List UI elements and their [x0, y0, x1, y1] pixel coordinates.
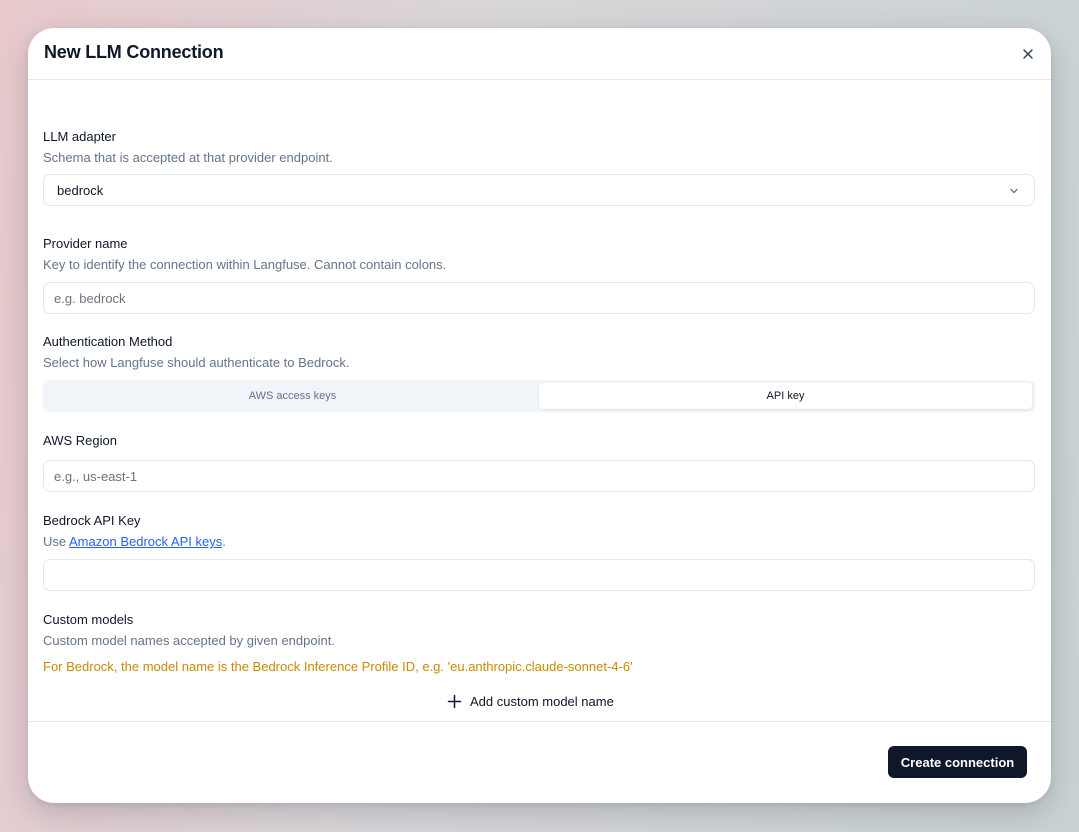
close-icon — [1023, 49, 1033, 59]
adapter-label: LLM adapter — [43, 129, 116, 144]
custom-models-description: Custom model names accepted by given end… — [43, 633, 335, 648]
adapter-select[interactable]: bedrock — [43, 174, 1035, 206]
api-key-input[interactable] — [43, 559, 1035, 591]
api-key-description-suffix: . — [222, 534, 226, 549]
provider-name-label: Provider name — [43, 236, 128, 251]
close-button[interactable] — [1021, 47, 1035, 61]
provider-name-description: Key to identify the connection within La… — [43, 257, 447, 272]
custom-models-label: Custom models — [43, 612, 134, 627]
provider-name-input[interactable] — [43, 282, 1035, 314]
dialog-header: New LLM Connection — [28, 28, 1051, 80]
new-llm-connection-dialog: New LLM Connection LLM adapter Schema th… — [28, 28, 1051, 803]
custom-models-hint: For Bedrock, the model name is the Bedro… — [43, 659, 633, 674]
chevron-down-icon — [1010, 188, 1018, 194]
auth-method-label: Authentication Method — [43, 334, 173, 349]
tab-aws-access-keys[interactable]: AWS access keys — [46, 383, 539, 409]
auth-method-toggle: AWS access keys API key — [43, 380, 1035, 412]
api-key-description-prefix: Use — [43, 534, 70, 549]
create-connection-button[interactable]: Create connection — [888, 746, 1027, 778]
adapter-description: Schema that is accepted at that provider… — [43, 150, 333, 165]
tab-api-key[interactable]: API key — [539, 383, 1032, 409]
auth-method-description: Select how Langfuse should authenticate … — [43, 355, 350, 370]
adapter-select-value: bedrock — [57, 182, 104, 198]
api-key-description: Use Amazon Bedrock API keys. — [43, 534, 226, 549]
footer-divider — [28, 721, 1051, 722]
add-custom-model-label: Add custom model name — [470, 693, 614, 709]
bedrock-api-keys-link[interactable]: Amazon Bedrock API keys — [69, 534, 222, 549]
dialog-title: New LLM Connection — [44, 42, 224, 62]
plus-icon — [447, 694, 462, 708]
aws-region-input[interactable] — [43, 460, 1035, 492]
add-custom-model-button[interactable]: Add custom model name — [447, 690, 614, 712]
api-key-label: Bedrock API Key — [43, 513, 141, 528]
aws-region-label: AWS Region — [43, 433, 117, 448]
